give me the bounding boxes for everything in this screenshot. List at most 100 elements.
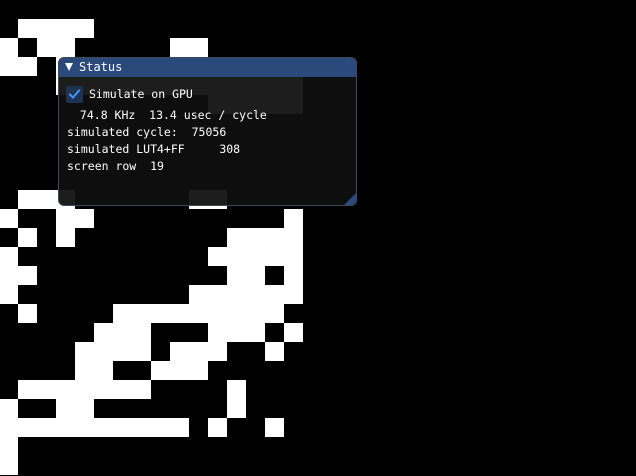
- screen-pixel: [37, 38, 56, 57]
- screen-pixel: [0, 209, 18, 228]
- screen-pixel: [208, 323, 227, 342]
- screen-pixel: [113, 304, 132, 323]
- screen-pixel: [132, 418, 151, 437]
- screen-pixel: [75, 19, 94, 38]
- screen-pixel: [246, 323, 265, 342]
- screen-pixel: [189, 361, 208, 380]
- screen-pixel: [56, 38, 75, 57]
- screen-pixel: [265, 342, 284, 361]
- screen-pixel: [151, 304, 170, 323]
- screen-pixel: [94, 361, 113, 380]
- simulate-on-gpu-label[interactable]: Simulate on GPU: [89, 87, 193, 102]
- screen-pixel: [56, 399, 75, 418]
- screen-pixel: [189, 285, 208, 304]
- screen-pixel: [113, 342, 132, 361]
- screen-pixel: [18, 19, 37, 38]
- screen-pixel: [227, 285, 246, 304]
- screen-pixel: [227, 323, 246, 342]
- screen-pixel: [265, 304, 284, 323]
- simulate-on-gpu-toggle[interactable]: Simulate on GPU: [66, 85, 193, 103]
- screen-pixel: [0, 418, 18, 437]
- screen-pixel: [189, 304, 208, 323]
- screen-pixel: [18, 418, 37, 437]
- checkmark-icon: [68, 88, 81, 99]
- screen-pixel: [170, 418, 189, 437]
- screen-pixel: [0, 399, 18, 418]
- screen-pixel: [113, 323, 132, 342]
- screen-pixel: [37, 380, 56, 399]
- simulation-viewport: Status Simulate on GPU 74.8 KHz 13.4 use…: [0, 0, 636, 476]
- screen-pixel: [0, 38, 18, 57]
- screen-pixel: [170, 342, 189, 361]
- screen-pixel: [0, 437, 18, 456]
- screen-pixel: [265, 228, 284, 247]
- screen-pixel: [75, 380, 94, 399]
- screen-pixel: [284, 228, 303, 247]
- screen-pixel: [0, 285, 18, 304]
- screen-pixel: [284, 285, 303, 304]
- screen-pixel: [37, 190, 56, 209]
- screen-pixel: [75, 342, 94, 361]
- screen-pixel: [37, 19, 56, 38]
- screen-pixel: [75, 399, 94, 418]
- screen-pixel: [265, 418, 284, 437]
- screen-pixel: [75, 209, 94, 228]
- screen-pixel: [18, 190, 37, 209]
- screen-pixel: [94, 323, 113, 342]
- screen-pixel: [189, 38, 208, 57]
- screen-pixel: [75, 418, 94, 437]
- screen-pixel: [56, 228, 75, 247]
- simulated-lut-text: simulated LUT4+FF 308: [67, 142, 241, 156]
- screen-pixel: [94, 342, 113, 361]
- screen-pixel: [246, 304, 265, 323]
- screen-pixel: [151, 418, 170, 437]
- screen-pixel: [94, 418, 113, 437]
- screen-pixel: [227, 247, 246, 266]
- screen-pixel: [94, 380, 113, 399]
- screen-pixel: [0, 57, 18, 76]
- screen-pixel: [18, 304, 37, 323]
- screen-pixel: [56, 209, 75, 228]
- screen-pixel: [284, 323, 303, 342]
- screen-pixel: [0, 247, 18, 266]
- screen-pixel: [56, 418, 75, 437]
- screen-pixel: [132, 342, 151, 361]
- screen-pixel: [113, 380, 132, 399]
- screen-pixel: [0, 456, 18, 475]
- screen-pixel: [56, 380, 75, 399]
- status-window[interactable]: Status Simulate on GPU 74.8 KHz 13.4 use…: [58, 57, 357, 206]
- screen-pixel: [208, 304, 227, 323]
- screen-pixel: [284, 247, 303, 266]
- sim-rate-text: 74.8 KHz 13.4 usec / cycle: [73, 108, 267, 122]
- screen-pixel: [208, 285, 227, 304]
- screen-pixel: [18, 266, 37, 285]
- screen-pixel: [151, 361, 170, 380]
- screen-pixel: [189, 342, 208, 361]
- screen-pixel: [227, 266, 246, 285]
- screen-pixel: [246, 247, 265, 266]
- screen-pixel: [227, 228, 246, 247]
- screen-pixel: [265, 285, 284, 304]
- screen-pixel: [265, 247, 284, 266]
- screen-pixel: [132, 323, 151, 342]
- screen-pixel: [208, 247, 227, 266]
- screen-pixel: [132, 304, 151, 323]
- screen-pixel: [18, 380, 37, 399]
- status-title-bar[interactable]: Status: [59, 58, 356, 77]
- collapse-triangle-icon[interactable]: [65, 63, 73, 71]
- screen-pixel: [227, 399, 246, 418]
- screen-pixel: [284, 209, 303, 228]
- screen-pixel: [170, 304, 189, 323]
- screen-pixel: [56, 19, 75, 38]
- resize-grip-icon[interactable]: [344, 193, 356, 205]
- screen-pixel: [227, 304, 246, 323]
- screen-pixel: [18, 228, 37, 247]
- screen-pixel: [18, 57, 37, 76]
- screen-pixel: [208, 418, 227, 437]
- screen-pixel: [170, 361, 189, 380]
- simulate-on-gpu-checkbox[interactable]: [66, 85, 83, 103]
- screen-pixel: [227, 380, 246, 399]
- screen-pixel: [132, 380, 151, 399]
- simulated-cycle-text: simulated cycle: 75056: [67, 125, 227, 139]
- screen-pixel: [246, 266, 265, 285]
